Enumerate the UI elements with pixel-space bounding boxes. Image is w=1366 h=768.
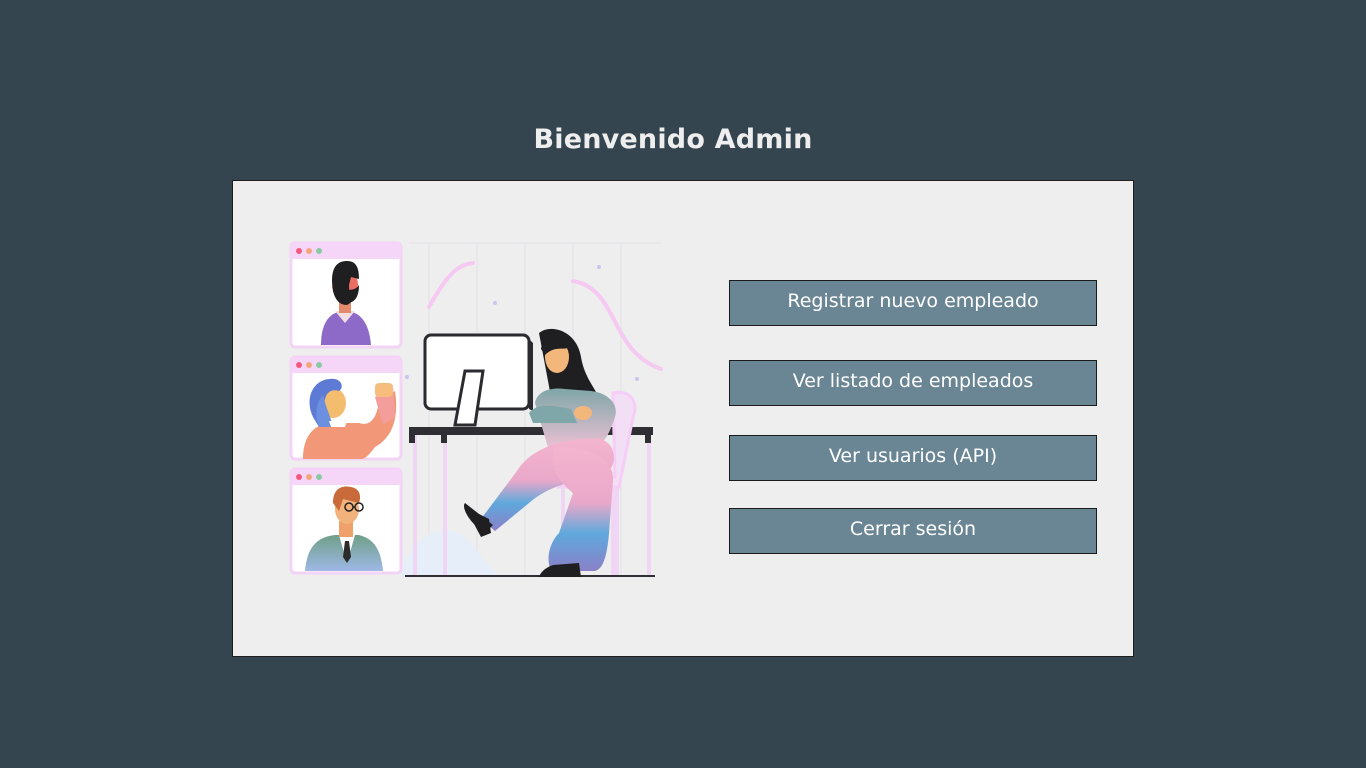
employee-list-button[interactable]: Ver listado de empleados xyxy=(729,360,1097,406)
logout-button[interactable]: Cerrar sesión xyxy=(729,508,1097,554)
video-window-3 xyxy=(289,467,403,575)
page-title: Bienvenido Admin xyxy=(533,124,813,155)
video-window-2 xyxy=(289,355,403,461)
video-conference-illustration xyxy=(289,241,663,577)
video-window-1 xyxy=(289,241,403,349)
register-employee-button[interactable]: Registrar nuevo empleado xyxy=(729,280,1097,326)
monitor xyxy=(423,333,533,427)
api-users-button[interactable]: Ver usuarios (API) xyxy=(729,435,1097,481)
menu-panel: Registrar nuevo empleado Ver listado de … xyxy=(232,180,1134,657)
